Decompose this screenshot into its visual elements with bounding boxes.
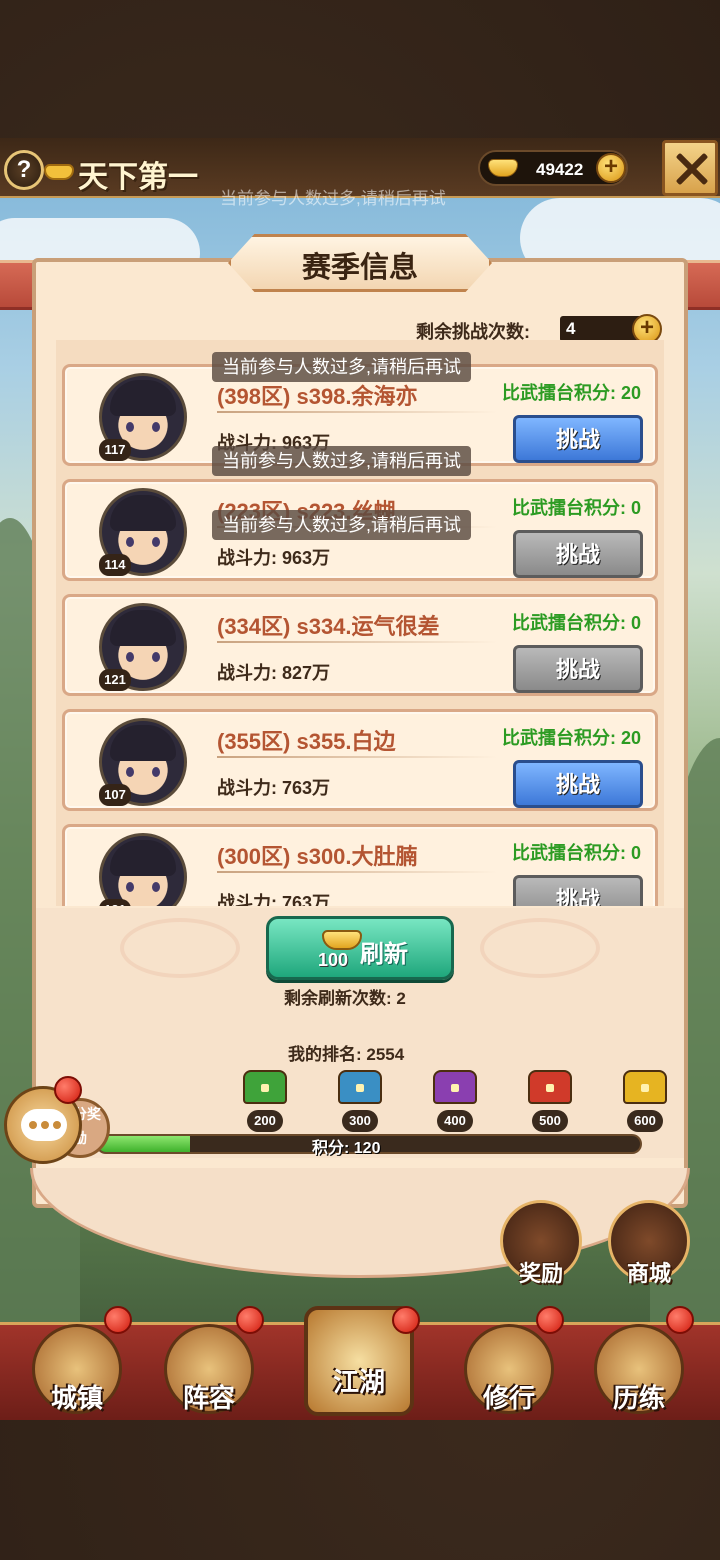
challenge-button[interactable]: 挑战 <box>513 875 643 906</box>
panel-bottom-ornament <box>30 1168 690 1278</box>
shop-label: 商城 <box>626 1261 671 1287</box>
notification-dot <box>392 1306 420 1334</box>
name-divider <box>217 411 497 413</box>
title-ingot-icon <box>44 164 74 180</box>
help-button[interactable]: ? <box>4 150 44 190</box>
page-title: 天下第一 <box>78 160 198 195</box>
opponent-power: 战斗力: 827万 <box>217 663 331 683</box>
level-badge: 107 <box>99 784 131 806</box>
nav-cultivation-label: 修行 <box>482 1384 535 1414</box>
gold-ingot-icon <box>488 159 518 177</box>
error-toast: 当前参与人数过多,请稍后再试 <box>212 446 471 476</box>
treasure-chest-icon[interactable] <box>623 1070 667 1104</box>
gold-value: 49422 <box>536 160 584 179</box>
opponent-avatar[interactable] <box>99 833 187 906</box>
opponent-power: 战斗力: 763万 <box>217 778 331 798</box>
chest-threshold: 300 <box>342 1110 378 1132</box>
notification-dot <box>54 1076 82 1104</box>
level-badge: 114 <box>99 554 131 576</box>
name-divider <box>217 641 497 643</box>
challenge-button[interactable]: 挑战 <box>513 645 643 693</box>
chest-threshold: 600 <box>627 1110 663 1132</box>
game-viewport: ? 天下第一 49422 + 当前参与人数过多,请稍后再试 赛季信息 剩余挑战次… <box>0 138 720 1420</box>
challenge-button[interactable]: 挑战 <box>513 530 643 578</box>
chest-threshold: 500 <box>532 1110 568 1132</box>
treasure-chest-icon[interactable] <box>243 1070 287 1104</box>
panel-title: 赛季信息 <box>301 250 418 284</box>
opponent-score: 比武擂台积分: 0 <box>511 613 641 633</box>
treasure-chest-icon[interactable] <box>528 1070 572 1104</box>
refresh-ingot-icon <box>322 930 362 950</box>
notification-dot <box>666 1306 694 1334</box>
error-toast: 当前参与人数过多,请稍后再试 <box>212 510 471 540</box>
opponent-card: 121 (334区) s334.运气很差 战斗力: 827万 比武擂台积分: 0… <box>62 594 658 696</box>
nav-town-label: 城镇 <box>50 1384 103 1414</box>
add-gold-button[interactable]: + <box>596 153 626 183</box>
name-divider <box>217 871 497 873</box>
opponent-power: 战斗力: 763万 <box>217 893 331 906</box>
my-rank: 我的排名: 2554 <box>288 1045 405 1064</box>
opponent-name: (334区) s334.运气很差 <box>217 614 440 639</box>
treasure-chest-icon[interactable] <box>433 1070 477 1104</box>
opponent-power: 战斗力: 963万 <box>217 548 331 568</box>
refresh-remaining: 剩余刷新次数: 2 <box>284 989 406 1008</box>
rewards-label: 奖励 <box>518 1261 563 1287</box>
opponent-score: 比武擂台积分: 20 <box>501 383 641 403</box>
opponent-name: (355区) s355.白边 <box>217 729 396 754</box>
chat-dots <box>29 1121 37 1129</box>
opponent-score: 比武擂台积分: 20 <box>501 728 641 748</box>
notification-dot <box>536 1306 564 1334</box>
nav-training-label: 历练 <box>612 1384 665 1414</box>
chest-threshold: 200 <box>247 1110 283 1132</box>
cloud-ornament <box>120 918 240 978</box>
refresh-label: 刷新 <box>360 939 408 968</box>
faded-toast: 当前参与人数过多,请稍后再试 <box>220 189 446 208</box>
level-badge: 121 <box>99 669 131 691</box>
chest-threshold: 400 <box>437 1110 473 1132</box>
chat-icon <box>21 1109 67 1141</box>
score-progress-fill <box>98 1136 191 1152</box>
nav-lineup-label: 阵容 <box>182 1384 235 1414</box>
opponent-card: 121 (300区) s300.大肚腩 战斗力: 763万 比武擂台积分: 0 … <box>62 824 658 906</box>
opponent-score: 比武擂台积分: 0 <box>511 843 641 863</box>
level-badge: 121 <box>99 899 131 906</box>
error-toast: 当前参与人数过多,请稍后再试 <box>212 352 471 382</box>
close-button[interactable] <box>662 140 718 196</box>
notification-dot <box>104 1306 132 1334</box>
cloud-ornament <box>480 918 600 978</box>
opponent-card: 107 (355区) s355.白边 战斗力: 763万 比武擂台积分: 20 … <box>62 709 658 811</box>
opponent-name: (398区) s398.余海亦 <box>217 384 418 409</box>
treasure-chest-icon[interactable] <box>338 1070 382 1104</box>
challenge-button[interactable]: 挑战 <box>513 760 643 808</box>
level-badge: 117 <box>99 439 131 461</box>
name-divider <box>217 756 497 758</box>
nav-jianghu-label: 江湖 <box>332 1368 385 1398</box>
opponent-name: (300区) s300.大肚腩 <box>217 844 418 869</box>
refresh-cost: 100 <box>318 950 349 970</box>
notification-dot <box>236 1306 264 1334</box>
challenge-button[interactable]: 挑战 <box>513 415 643 463</box>
opponent-score: 比武擂台积分: 0 <box>511 498 641 518</box>
score-text: 积分: 120 <box>312 1140 381 1157</box>
opponent-list[interactable]: 117 (398区) s398.余海亦 战斗力: 963万 比武擂台积分: 20… <box>56 340 664 906</box>
remaining-challenges-value: 4 <box>566 319 576 338</box>
